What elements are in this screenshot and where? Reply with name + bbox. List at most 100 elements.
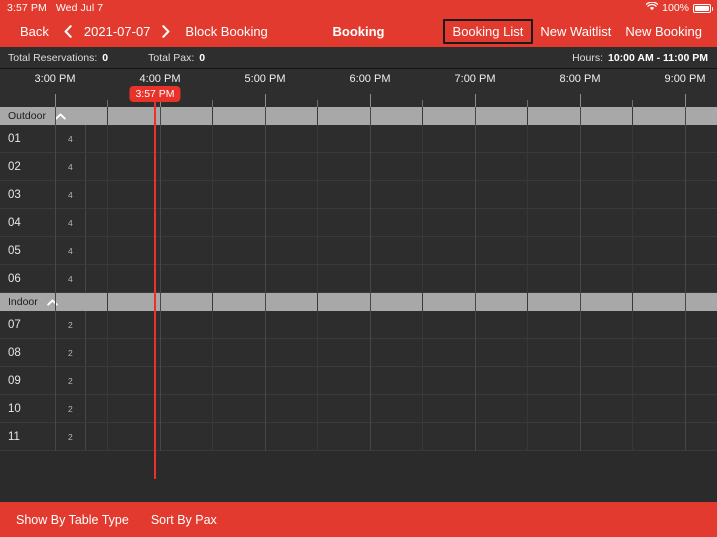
table-pax-label: 4 (68, 133, 73, 144)
table-name-label: 04 (8, 216, 21, 229)
chevron-right-icon[interactable] (154, 23, 178, 40)
table-pax-label: 2 (68, 319, 73, 330)
table-row[interactable]: 02 4 (0, 153, 717, 181)
chevron-up-icon[interactable] (47, 298, 58, 306)
navigation-bar: Booking Back 2021-07-07 Block Booking Bo… (0, 16, 717, 47)
sort-by-pax-button[interactable]: Sort By Pax (143, 509, 225, 531)
row-label-divider (85, 423, 86, 450)
table-name-label: 02 (8, 160, 21, 173)
nav-left-group: Back 2021-07-07 Block Booking (13, 16, 275, 47)
table-name-label: 03 (8, 188, 21, 201)
section-header-outdoor[interactable]: Outdoor (0, 107, 717, 125)
status-bar-date: Wed Jul 7 (55, 2, 104, 14)
chevron-left-icon[interactable] (56, 23, 80, 40)
ruler-half-hour-tick (527, 100, 528, 107)
battery-percent-label: 100% (662, 2, 689, 14)
table-pax-label: 4 (68, 245, 73, 256)
chevron-up-icon[interactable] (55, 112, 66, 120)
ruler-half-hour-tick (632, 100, 633, 107)
total-reservations-value: 0 (102, 51, 109, 64)
grid-empty-area (0, 451, 717, 497)
row-label-divider (85, 367, 86, 394)
section-header-label: Outdoor (8, 110, 46, 122)
ruler-hour-tick (580, 94, 581, 107)
table-pax-label: 2 (68, 431, 73, 442)
row-label-divider (85, 339, 86, 366)
table-pax-label: 4 (68, 161, 73, 172)
wifi-icon (645, 1, 659, 14)
ruler-half-hour-tick (317, 100, 318, 107)
block-booking-button[interactable]: Block Booking (178, 22, 274, 41)
table-pax-label: 2 (68, 403, 73, 414)
total-reservations-label: Total Reservations: (8, 51, 98, 64)
status-bar-right-cluster: 100% (645, 1, 713, 14)
table-row[interactable]: 10 2 (0, 395, 717, 423)
status-bar-time: 3:57 PM (7, 2, 47, 14)
table-row[interactable]: 07 2 (0, 311, 717, 339)
ruler-hour-tick (265, 94, 266, 107)
section-header-indoor[interactable]: Indoor (0, 293, 717, 311)
ruler-half-hour-tick (422, 100, 423, 107)
total-reservations: Total Reservations: 0 (8, 52, 108, 64)
ruler-hour-label: 4:00 PM (139, 73, 181, 85)
timeline-ruler: 3:00 PM 4:00 PM 5:00 PM 6:00 PM 7:00 PM 8:00 … (0, 69, 717, 107)
ruler-hour-label: 5:00 PM (244, 73, 286, 85)
table-row[interactable]: 04 4 (0, 209, 717, 237)
table-name-label: 06 (8, 272, 21, 285)
booking-grid: Outdoor 01 4 02 4 03 4 04 4 05 4 06 4 Indoor 07 2 08 2 09 2… (0, 107, 717, 497)
table-pax-label: 2 (68, 375, 73, 386)
summary-info-bar: Total Reservations: 0 Total Pax: 0 Hours… (0, 47, 717, 69)
table-name-label: 01 (8, 132, 21, 145)
table-row[interactable]: 08 2 (0, 339, 717, 367)
new-booking-button[interactable]: New Booking (618, 22, 709, 41)
bottom-toolbar: Show By Table Type Sort By Pax (0, 502, 717, 537)
table-row[interactable]: 11 2 (0, 423, 717, 451)
hours-label: Hours: (572, 51, 603, 64)
new-waitlist-button[interactable]: New Waitlist (533, 22, 618, 41)
table-row[interactable]: 01 4 (0, 125, 717, 153)
table-row[interactable]: 06 4 (0, 265, 717, 293)
ruler-hour-tick (475, 94, 476, 107)
current-time-line (154, 100, 156, 479)
table-name-label: 10 (8, 402, 21, 415)
table-name-label: 09 (8, 374, 21, 387)
ruler-hour-tick (370, 94, 371, 107)
total-pax: Total Pax: 0 (148, 52, 205, 64)
row-label-divider (85, 153, 86, 180)
nav-right-group: Booking List New Waitlist New Booking (442, 16, 709, 47)
ruler-hour-tick (55, 94, 56, 107)
current-time-badge: 3:57 PM (129, 86, 181, 103)
table-name-label: 11 (8, 430, 20, 443)
ruler-hour-label: 6:00 PM (349, 73, 391, 85)
ruler-half-hour-tick (107, 100, 108, 107)
booking-list-button[interactable]: Booking List (442, 19, 534, 44)
total-pax-value: 0 (199, 51, 206, 64)
table-name-label: 05 (8, 244, 21, 257)
table-row[interactable]: 05 4 (0, 237, 717, 265)
back-button[interactable]: Back (13, 22, 56, 41)
show-by-table-type-button[interactable]: Show By Table Type (8, 509, 137, 531)
row-label-divider (85, 209, 86, 236)
ruler-hour-label: 7:00 PM (454, 73, 496, 85)
row-label-divider (85, 181, 86, 208)
table-name-label: 07 (8, 318, 21, 331)
row-label-divider (85, 237, 86, 264)
table-row[interactable]: 09 2 (0, 367, 717, 395)
table-name-label: 08 (8, 346, 21, 359)
current-date-label[interactable]: 2021-07-07 (80, 21, 155, 42)
table-pax-label: 2 (68, 347, 73, 358)
ruler-hour-label: 9:00 PM (664, 73, 706, 85)
ruler-hour-tick (685, 94, 686, 107)
row-label-divider (85, 311, 86, 338)
ios-status-bar: 3:57 PM Wed Jul 7 100% (0, 0, 717, 16)
row-label-divider (85, 395, 86, 422)
section-header-label: Indoor (8, 296, 38, 308)
table-row[interactable]: 03 4 (0, 181, 717, 209)
ruler-hour-label: 3:00 PM (34, 73, 76, 85)
row-label-divider (85, 265, 86, 292)
ruler-hour-label: 8:00 PM (559, 73, 601, 85)
battery-full-icon (693, 3, 713, 13)
operating-hours: Hours: 10:00 AM - 11:00 PM (572, 52, 708, 64)
booking-timeline-screen: 3:57 PM Wed Jul 7 100% Booking Back 2021… (0, 0, 717, 537)
hours-value: 10:00 AM - 11:00 PM (608, 51, 708, 64)
